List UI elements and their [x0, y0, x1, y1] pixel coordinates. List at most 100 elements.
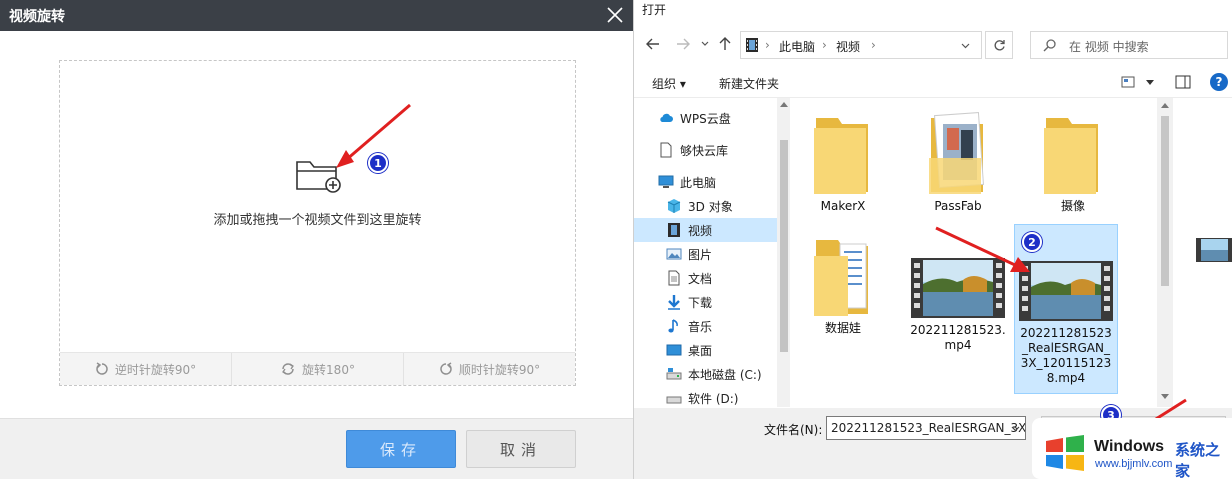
folder-icon	[814, 118, 868, 194]
command-bar: 组织 ▾ 新建文件夹 ?	[634, 66, 1232, 98]
search-icon	[1043, 39, 1056, 52]
nav-item-wps-cloud[interactable]: WPS云盘	[634, 106, 777, 130]
watermark-url: www.bjjmlv.com	[1095, 458, 1173, 470]
refresh-button[interactable]	[985, 31, 1013, 59]
video-file-item[interactable]: 202211281523.mp4	[908, 258, 1008, 378]
nav-item-label: 桌面	[688, 343, 713, 358]
dialog-title: 视频旋转	[9, 9, 65, 25]
nav-item-label: 本地磁盘 (C:)	[688, 367, 762, 382]
nav-item-desktop[interactable]: 桌面	[634, 338, 777, 362]
nav-item-label: 音乐	[688, 319, 713, 334]
nav-item-label: 图片	[688, 247, 713, 262]
nav-item-pictures[interactable]: 图片	[634, 242, 777, 266]
nav-item-label: 此电脑	[680, 175, 717, 190]
folder-item[interactable]: PassFab	[908, 106, 1008, 224]
nav-item-drive-d[interactable]: 软件 (D:)	[634, 386, 777, 407]
watermark-cn: 系统之家	[1175, 441, 1221, 480]
save-button[interactable]: 保存	[346, 430, 456, 468]
watermark: Windows 系统之家 www.bjjmlv.com	[1032, 418, 1232, 480]
search-placeholder: 在 视频 中搜索	[1069, 40, 1149, 54]
drop-zone[interactable]: 添加或拖拽一个视频文件到这里旋转 逆时针旋转90° 旋转180° 顺时针旋转90…	[59, 60, 576, 386]
organize-menu[interactable]: 组织 ▾	[652, 75, 686, 92]
rotate-ccw-button[interactable]: 逆时针旋转90°	[60, 353, 232, 385]
breadcrumb-separator: ›	[822, 38, 827, 52]
scroll-up-icon[interactable]	[780, 102, 788, 107]
nav-item-videos[interactable]: 视频	[634, 218, 777, 242]
scroll-up-icon[interactable]	[1161, 103, 1169, 108]
nav-item-3d-objects[interactable]: 3D 对象	[634, 194, 777, 218]
dialog-footer: 保存 取消	[0, 418, 633, 479]
filename-label: 文件名(N):	[764, 423, 823, 437]
cube-icon	[667, 199, 681, 213]
folder-icon	[1044, 118, 1098, 194]
rotate-180-button[interactable]: 旋转180°	[232, 353, 404, 385]
forward-arrow-icon[interactable]	[676, 38, 690, 50]
address-bar[interactable]: › 此电脑 › 视频 ›	[740, 31, 982, 59]
address-dropdown-icon[interactable]	[961, 43, 970, 49]
filename-dropdown-icon[interactable]	[1011, 426, 1020, 432]
file-label: 数据娃	[824, 321, 861, 335]
nav-item-drive-c[interactable]: 本地磁盘 (C:)	[634, 362, 777, 386]
filename-input[interactable]: 202211281523_RealESRGAN_3X_1201151238.mp…	[826, 416, 1026, 440]
view-dropdown-icon[interactable]	[1146, 80, 1154, 85]
breadcrumb-separator: ›	[765, 38, 770, 52]
breadcrumb-videos[interactable]: 视频	[836, 38, 860, 55]
folder-item[interactable]: 数据娃	[793, 228, 893, 346]
file-label: PassFab	[934, 199, 982, 213]
preview-thumbnail	[1196, 238, 1232, 262]
video-thumbnail-icon	[911, 258, 1005, 318]
windows-logo-icon	[1046, 435, 1084, 471]
download-icon	[668, 295, 680, 310]
nav-item-gokuai[interactable]: 够快云库	[634, 138, 777, 162]
nav-scroll-thumb[interactable]	[780, 140, 788, 352]
nav-item-label: WPS云盘	[680, 111, 731, 126]
scroll-down-icon[interactable]	[1161, 394, 1169, 399]
view-icon[interactable]	[1121, 76, 1135, 88]
nav-item-documents[interactable]: 文档	[634, 266, 777, 290]
folder-item[interactable]: MakerX	[793, 106, 893, 224]
open-dialog-title: 打开	[642, 3, 667, 17]
cloud-icon	[660, 113, 673, 122]
search-box[interactable]: 在 视频 中搜索	[1030, 31, 1228, 59]
back-arrow-icon[interactable]	[646, 38, 660, 50]
rotate-cw-button[interactable]: 顺时针旋转90°	[404, 353, 575, 385]
navigation-pane: WPS云盘 够快云库 此电脑 3D 对象 视频 图片 文档 下载 音乐 桌面 本…	[634, 98, 791, 407]
nav-item-label: 下载	[688, 295, 713, 310]
cancel-button[interactable]: 取消	[466, 430, 576, 468]
computer-icon	[658, 175, 674, 188]
rotate-toolbar: 逆时针旋转90° 旋转180° 顺时针旋转90°	[60, 352, 575, 385]
nav-scrollbar[interactable]	[777, 98, 790, 407]
nav-item-label: 软件 (D:)	[688, 391, 739, 406]
nav-item-downloads[interactable]: 下载	[634, 290, 777, 314]
film-icon	[668, 223, 680, 237]
recent-chevron-icon[interactable]	[701, 41, 709, 47]
desktop-icon	[666, 344, 682, 356]
refresh-icon	[994, 39, 1005, 50]
up-arrow-icon[interactable]	[719, 37, 731, 51]
folder-item[interactable]: 摄像	[1023, 106, 1123, 224]
drive-icon	[666, 368, 682, 380]
document-icon	[660, 142, 672, 158]
rotate-ccw-label: 逆时针旋转90°	[114, 362, 197, 377]
file-label: 202211281523_RealESRGAN_3X_1201151238.mp…	[1020, 326, 1112, 385]
nav-item-this-pc[interactable]: 此电脑	[634, 170, 777, 194]
help-icon[interactable]: ?	[1210, 73, 1228, 91]
folder-icon	[814, 240, 868, 316]
breadcrumb-this-pc[interactable]: 此电脑	[779, 38, 815, 55]
rotate-cw-label: 顺时针旋转90°	[458, 362, 541, 377]
video-rotate-dialog: 视频旋转 添加或拖拽一个视频文件到这里旋转 逆时针旋转90° 旋转180° 顺时…	[0, 0, 633, 479]
add-folder-icon[interactable]	[296, 158, 342, 194]
navigation-row: › 此电脑 › 视频 › 在 视频 中搜索	[634, 28, 1232, 62]
preview-pane-icon[interactable]	[1175, 75, 1191, 89]
open-file-dialog: 打开 › 此电脑 › 视频 › 在 视频 中搜索 组织 ▾ 新建文件夹 ? WP…	[633, 0, 1232, 479]
nav-item-label: 视频	[688, 223, 713, 238]
drive-icon	[666, 396, 682, 404]
nav-item-music[interactable]: 音乐	[634, 314, 777, 338]
file-scrollbar[interactable]	[1157, 98, 1173, 407]
close-icon[interactable]	[605, 5, 625, 25]
new-folder-button[interactable]: 新建文件夹	[719, 75, 779, 92]
file-scroll-thumb[interactable]	[1161, 116, 1169, 286]
nav-item-label: 够快云库	[680, 143, 729, 158]
file-label: 摄像	[1060, 199, 1085, 213]
film-icon	[746, 38, 758, 52]
